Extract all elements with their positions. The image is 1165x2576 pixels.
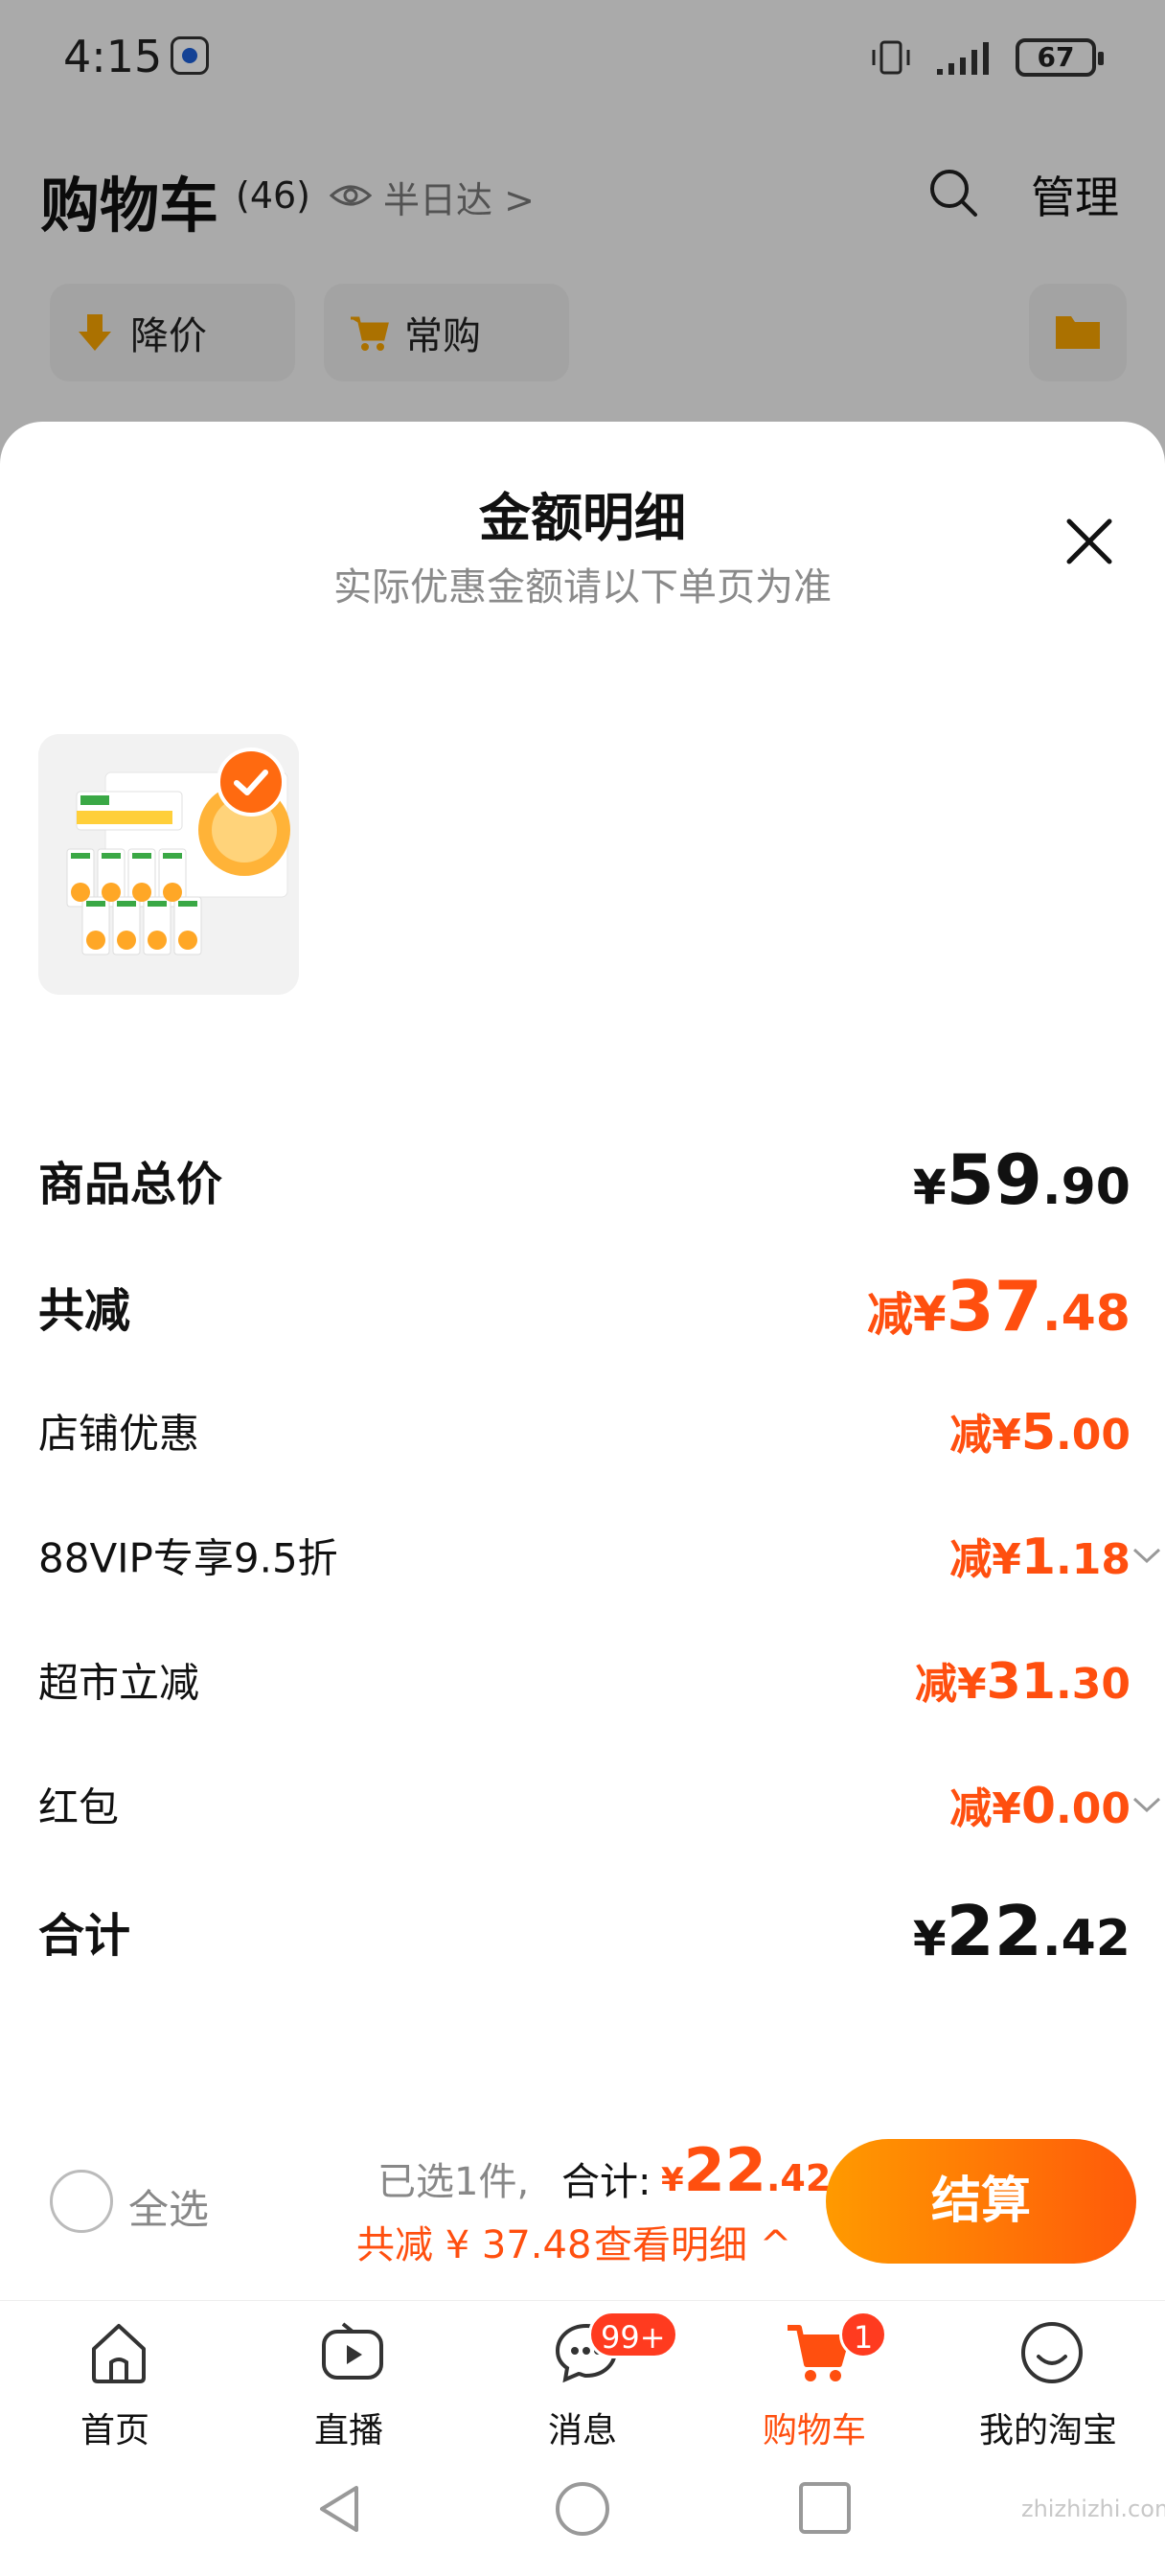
row-label: 88VIP专享9.5折 bbox=[38, 1534, 338, 1582]
message-badge: 99+ bbox=[588, 2311, 678, 2358]
home-icon bbox=[92, 2324, 146, 2383]
row-value: 减¥31.30 bbox=[915, 1653, 1131, 1711]
row-value: 减¥37.48 bbox=[866, 1266, 1131, 1346]
close-icon[interactable] bbox=[1062, 514, 1117, 569]
live-icon bbox=[322, 2322, 383, 2380]
selected-check-icon[interactable] bbox=[217, 748, 286, 816]
recent-apps-icon[interactable] bbox=[799, 2482, 851, 2534]
cart-badge: 1 bbox=[839, 2311, 887, 2358]
watermark: zhizhizhi.com bbox=[1021, 2496, 1165, 2522]
amount-detail-sheet: 金额明细 实际优惠金额请以下单页为准 商品总价 ¥59.90 共减 减¥37.4… bbox=[0, 422, 1165, 2300]
system-navigation-bar bbox=[0, 2461, 1165, 2576]
profile-icon bbox=[1021, 2322, 1083, 2383]
tab-label: 首页 bbox=[80, 2411, 149, 2450]
row-label: 合计 bbox=[38, 1909, 131, 1963]
tab-label: 消息 bbox=[547, 2411, 617, 2450]
tab-label: 购物车 bbox=[762, 2411, 866, 2450]
selected-count: 已选1件, bbox=[377, 2160, 530, 2204]
checkout-button[interactable]: 结算 bbox=[826, 2139, 1136, 2264]
view-detail-link[interactable]: 查看明细 ^ bbox=[594, 2214, 791, 2269]
row-label: 红包 bbox=[38, 1783, 120, 1831]
row-grand-total: 合计 ¥22.42 bbox=[38, 1888, 1131, 1974]
bottom-tab-bar: 首页 直播 99+ 消息 1 购物车 我的淘宝 bbox=[0, 2300, 1165, 2461]
tab-my-taobao[interactable]: 我的淘宝 bbox=[943, 2311, 1154, 2454]
chevron-down-icon[interactable] bbox=[1131, 1793, 1163, 1816]
row-value: ¥22.42 bbox=[912, 1891, 1131, 1971]
row-store-discount: 店铺优惠 减¥5.00 bbox=[38, 1388, 1131, 1474]
row-value: 减¥0.00 bbox=[949, 1778, 1131, 1835]
home-nav-icon[interactable] bbox=[556, 2482, 609, 2536]
tab-live[interactable]: 直播 bbox=[243, 2311, 454, 2454]
back-icon[interactable] bbox=[312, 2480, 370, 2538]
row-value: 减¥5.00 bbox=[949, 1404, 1131, 1461]
select-all-radio[interactable] bbox=[50, 2170, 113, 2233]
tab-label: 直播 bbox=[313, 2411, 383, 2450]
checkout-bar: 全选 已选1件, 合计: ¥22.42 共减 ¥ 37.48 查看明细 ^ 结算 bbox=[0, 2108, 1165, 2300]
row-88vip-discount[interactable]: 88VIP专享9.5折 减¥1.18 bbox=[38, 1512, 1161, 1598]
row-label: 店铺优惠 bbox=[38, 1410, 200, 1458]
tab-home[interactable]: 首页 bbox=[10, 2311, 220, 2454]
row-supermarket-discount: 超市立减 减¥31.30 bbox=[38, 1637, 1131, 1723]
chevron-down-icon[interactable] bbox=[1131, 1544, 1163, 1567]
row-label: 商品总价 bbox=[38, 1158, 223, 1211]
row-total-discount: 共减 减¥37.48 bbox=[38, 1263, 1131, 1349]
tab-messages[interactable]: 99+ 消息 bbox=[477, 2311, 688, 2454]
sheet-title: 金额明细 bbox=[479, 488, 686, 548]
row-label: 超市立减 bbox=[38, 1659, 200, 1707]
select-all-label[interactable]: 全选 bbox=[128, 2177, 209, 2236]
product-thumbnail[interactable] bbox=[38, 734, 299, 995]
saved-amount: 共减 ¥ 37.48 bbox=[356, 2223, 592, 2267]
total-price: ¥22.42 bbox=[661, 2135, 832, 2205]
row-label: 共减 bbox=[38, 1284, 131, 1338]
sheet-subtitle: 实际优惠金额请以下单页为准 bbox=[333, 565, 832, 610]
row-red-packet[interactable]: 红包 减¥0.00 bbox=[38, 1761, 1161, 1848]
tab-label: 我的淘宝 bbox=[978, 2411, 1117, 2450]
modal-overlay[interactable] bbox=[0, 0, 1165, 479]
total-label: 合计: bbox=[561, 2160, 651, 2204]
cart-screen: 4:15 67 购物车 (46) 半日达 > 管理 降价 常购 金额明细 实际优… bbox=[0, 0, 1165, 2576]
tab-cart[interactable]: 1 购物车 bbox=[709, 2311, 920, 2454]
row-goods-total: 商品总价 ¥59.90 bbox=[38, 1137, 1131, 1223]
row-value: ¥59.90 bbox=[912, 1139, 1131, 1220]
row-value: 减¥1.18 bbox=[949, 1529, 1131, 1586]
